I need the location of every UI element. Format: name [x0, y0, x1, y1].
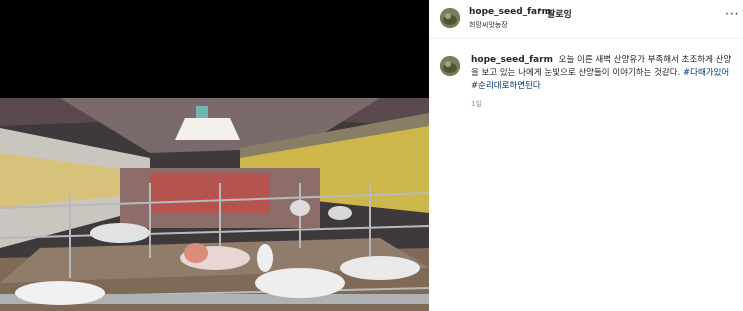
hashtag-link[interactable]: #순리대로하면된다	[471, 81, 541, 91]
post-image[interactable]	[0, 0, 429, 311]
more-options-icon[interactable]: ···	[725, 8, 739, 20]
location-link[interactable]: 희망씨앗농장	[469, 20, 508, 30]
separator-dot: •	[537, 6, 543, 16]
caption-username-link[interactable]: hope_seed_farm	[471, 55, 553, 65]
post-header: hope_seed_farm • 팔로잉 희망씨앗농장 ···	[429, 0, 743, 39]
post-side-panel: hope_seed_farm • 팔로잉 희망씨앗농장 ··· hope_see…	[429, 0, 743, 311]
post-timestamp[interactable]: 1일	[471, 99, 482, 109]
avatar[interactable]	[440, 56, 460, 76]
goat-barn-photo	[0, 98, 429, 311]
caption-text: hope_seed_farm 오늘 이른 새벽 산양유가 부족해서 초조하게 산…	[471, 54, 735, 93]
following-button[interactable]: 팔로잉	[547, 7, 572, 20]
hashtag-link[interactable]: #다때가있어	[683, 68, 729, 78]
avatar[interactable]	[440, 8, 460, 28]
